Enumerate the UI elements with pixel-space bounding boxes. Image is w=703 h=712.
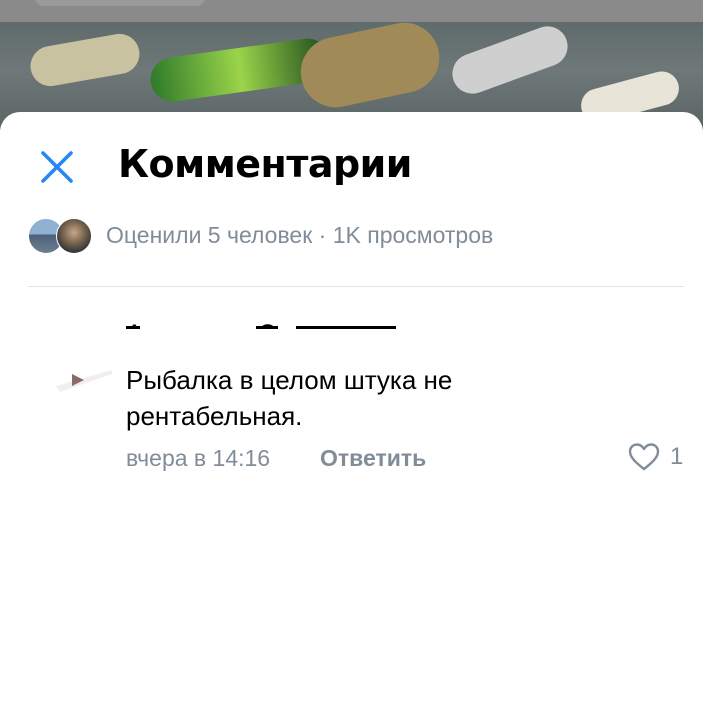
avatar-image	[56, 370, 112, 392]
reply-button[interactable]: Ответить	[320, 445, 426, 472]
comment-avatar[interactable]	[56, 366, 112, 396]
close-icon	[41, 151, 73, 183]
like-count: 1	[670, 443, 684, 470]
author-overlap-mask	[120, 326, 460, 352]
divider	[28, 286, 684, 287]
page-title: Комментарии	[118, 142, 412, 186]
heart-icon	[628, 443, 660, 471]
comment-text: Рыбалка в целом штука не рентабельная.	[126, 365, 453, 431]
background-photo	[0, 0, 703, 130]
likers-avatars[interactable]	[28, 218, 92, 254]
avatar	[56, 218, 92, 254]
author-glyph-fragment	[126, 326, 140, 329]
author-glyph-fragment	[296, 326, 396, 329]
like-button[interactable]: 1	[628, 442, 683, 472]
author-glyph-fragment	[256, 326, 278, 329]
likes-views-stats[interactable]: Оценили 5 человек · 1K просмотров	[106, 222, 493, 249]
background-lure	[27, 30, 143, 90]
close-button[interactable]	[36, 146, 78, 188]
background-lure	[446, 20, 574, 100]
comment-timestamp: вчера в 14:16	[126, 445, 271, 471]
background-search-pill	[34, 0, 206, 6]
background-lure	[294, 16, 446, 114]
